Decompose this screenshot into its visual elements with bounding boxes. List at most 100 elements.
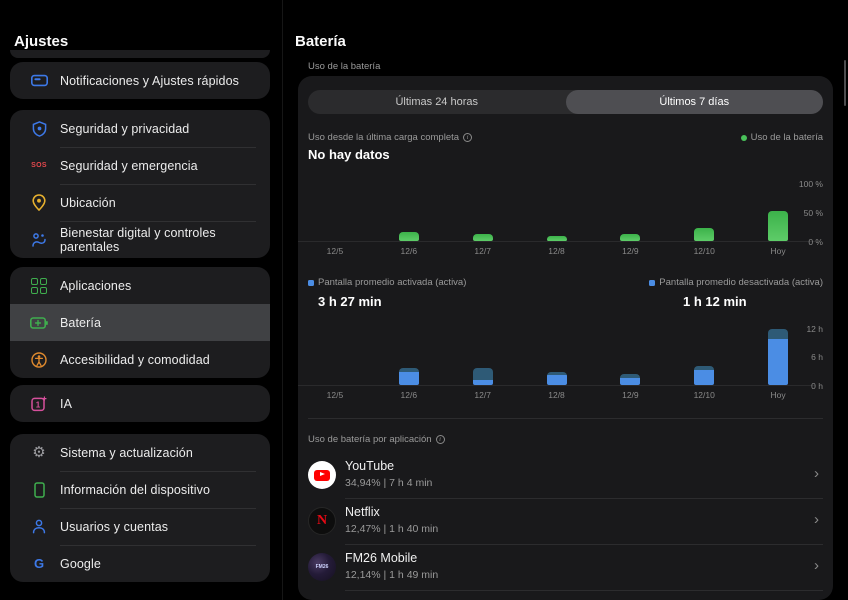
ytick-0h: 0 h: [811, 381, 823, 391]
wellbeing-icon: [30, 231, 48, 249]
sidebar-item-label: Usuarios y cuentas: [60, 520, 168, 534]
app-row-netflix[interactable]: N Netflix 12,47% | 1 h 40 min ›: [298, 498, 833, 544]
x-axis-label: 12/6: [372, 390, 446, 400]
sidebar-item-users-accounts[interactable]: Usuarios y cuentas: [10, 508, 270, 545]
google-g-icon: G: [30, 555, 48, 573]
usage-since-charge-label: Uso desde la última carga completa i: [308, 132, 472, 143]
settings-sidebar: Ajustes Notificaciones y Ajustes rápidos…: [0, 0, 282, 600]
sidebar-group-notifications: Notificaciones y Ajustes rápidos: [10, 62, 270, 99]
chart-bar: [694, 370, 714, 385]
sidebar-group-ai: 1 IA: [10, 385, 270, 422]
ytick-0: 0 %: [808, 237, 823, 247]
accessibility-icon: [30, 351, 48, 369]
sidebar-item-label: Aplicaciones: [60, 279, 131, 293]
section-divider: [308, 418, 823, 419]
apps-section-label: Uso de batería por aplicación i: [308, 434, 445, 445]
x-axis-label: 12/8: [520, 390, 594, 400]
gear-icon: ⚙: [30, 444, 48, 462]
sidebar-item-label: Información del dispositivo: [60, 483, 210, 497]
chevron-right-icon: ›: [814, 557, 819, 574]
chart-bar: [620, 234, 640, 241]
info-icon[interactable]: i: [436, 435, 445, 444]
app-name: Netflix: [345, 505, 380, 519]
app-name: FM26 Mobile: [345, 551, 417, 565]
sidebar-item-label: Batería: [60, 316, 101, 330]
chart-column[interactable]: [667, 329, 741, 385]
youtube-icon: [308, 461, 336, 489]
chart-bar: [547, 236, 567, 241]
sidebar-item-label: Sistema y actualización: [60, 446, 193, 460]
chart-bar: [473, 380, 493, 385]
chart-column[interactable]: [667, 184, 741, 241]
sidebar-item-applications[interactable]: Aplicaciones: [10, 267, 270, 304]
sidebar-item-device-info[interactable]: Información del dispositivo: [10, 471, 270, 508]
device-icon: [30, 481, 48, 499]
sidebar-item-battery[interactable]: Batería: [10, 304, 270, 341]
screen-time-chart: 12/512/612/712/812/912/10Hoy: [298, 329, 815, 400]
chart-column[interactable]: [298, 329, 372, 385]
chart-column[interactable]: [446, 329, 520, 385]
chart-bar: [768, 211, 788, 241]
x-axis-label: 12/7: [446, 390, 520, 400]
sidebar-item-emergency[interactable]: SOS Seguridad y emergencia: [10, 147, 270, 184]
screen-off-value: 1 h 12 min: [683, 294, 747, 309]
sidebar-group-security: Seguridad y privacidad SOS Seguridad y e…: [10, 110, 270, 258]
netflix-icon: N: [308, 507, 336, 535]
sidebar-item-label: Bienestar digital y controles parentales: [60, 226, 270, 254]
battery-usage-legend: Uso de la batería: [741, 132, 823, 143]
battery-detail-panel: Batería Uso de la batería Últimas 24 hor…: [283, 0, 848, 600]
chart-column[interactable]: [741, 329, 815, 385]
tab-last-7-days[interactable]: Últimos 7 días: [566, 90, 824, 114]
scrollbar-thumb[interactable]: [844, 60, 847, 106]
chart-bar: [399, 232, 419, 241]
sidebar-title: Ajustes: [14, 33, 68, 50]
chart-bar: [620, 378, 640, 385]
chevron-right-icon: ›: [814, 465, 819, 482]
sidebar-item-location[interactable]: Ubicación: [10, 184, 270, 221]
user-icon: [30, 518, 48, 536]
app-stats: 12,14% | 1 h 49 min: [345, 569, 438, 581]
x-axis-label: 12/6: [372, 246, 446, 256]
tab-last-24-hours[interactable]: Últimas 24 horas: [308, 90, 566, 114]
sidebar-item-security-privacy[interactable]: Seguridad y privacidad: [10, 110, 270, 147]
sidebar-item-google[interactable]: G Google: [10, 545, 270, 582]
chart-column[interactable]: [372, 184, 446, 241]
ytick-12h: 12 h: [806, 324, 823, 334]
sidebar-item-system-update[interactable]: ⚙ Sistema y actualización: [10, 434, 270, 471]
x-axis-label: 12/10: [667, 246, 741, 256]
sidebar-item-label: IA: [60, 397, 72, 411]
x-axis-label: 12/5: [298, 390, 372, 400]
chart-column[interactable]: [446, 184, 520, 241]
sidebar-item-label: Seguridad y privacidad: [60, 122, 189, 136]
chart-column[interactable]: [520, 184, 594, 241]
app-stats: 12,47% | 1 h 40 min: [345, 523, 438, 535]
chart-column[interactable]: [593, 329, 667, 385]
sidebar-item-accessibility[interactable]: Accesibilidad y comodidad: [10, 341, 270, 378]
notifications-icon: [30, 72, 48, 90]
sidebar-item-digital-wellbeing[interactable]: Bienestar digital y controles parentales: [10, 221, 270, 258]
sidebar-item-ai[interactable]: 1 IA: [10, 385, 270, 422]
shield-icon: [30, 120, 48, 138]
chart-column[interactable]: [372, 329, 446, 385]
x-axis-label: 12/9: [593, 246, 667, 256]
scrolled-card-remnant: [10, 50, 270, 58]
app-row-youtube[interactable]: YouTube 34,94% | 7 h 4 min ›: [298, 452, 833, 498]
screen-on-value: 3 h 27 min: [318, 294, 382, 309]
chart-column[interactable]: [593, 184, 667, 241]
sidebar-item-notifications[interactable]: Notificaciones y Ajustes rápidos: [10, 62, 270, 99]
battery-icon: [30, 314, 48, 332]
screen-off-legend: Pantalla promedio desactivada (activa): [649, 277, 823, 288]
ytick-50: 50 %: [804, 208, 823, 218]
x-axis-label: 12/10: [667, 390, 741, 400]
ytick-6h: 6 h: [811, 352, 823, 362]
info-icon[interactable]: i: [463, 133, 472, 142]
sidebar-group-apps-battery: Aplicaciones Batería Accesibilidad y com…: [10, 267, 270, 378]
fm26-icon: FM26: [308, 553, 336, 581]
app-row-fm26[interactable]: FM26 FM26 Mobile 12,14% | 1 h 49 min ›: [298, 544, 833, 590]
location-pin-icon: [30, 194, 48, 212]
chart-column[interactable]: [520, 329, 594, 385]
chart-column[interactable]: [298, 184, 372, 241]
battery-percent-chart: 12/512/612/712/812/912/10Hoy: [298, 184, 815, 256]
sidebar-item-label: Google: [60, 557, 101, 571]
battery-usage-card: Últimas 24 horas Últimos 7 días Uso desd…: [298, 76, 833, 600]
